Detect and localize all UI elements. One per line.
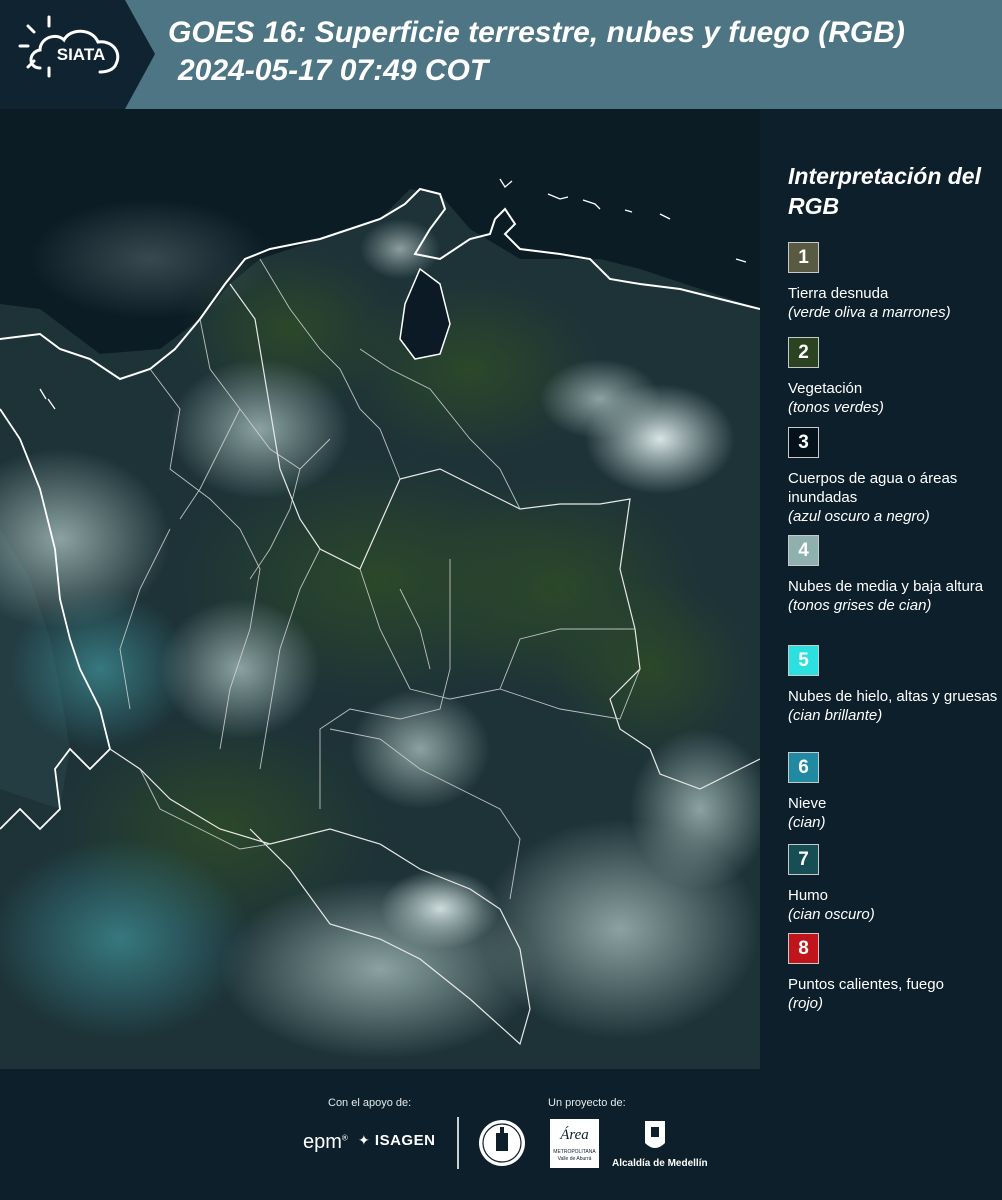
legend-item-text: Tierra desnuda (verde oliva a marrones)	[788, 284, 998, 322]
legend-item-text: Cuerpos de agua o áreas inundadas (azul o…	[788, 469, 998, 526]
legend-item-text: Puntos calientes, fuego (rojo)	[788, 975, 998, 1013]
alcaldia-text: Alcaldía de Medellín	[612, 1158, 708, 1169]
legend-item-text: Vegetación (tonos verdes)	[788, 379, 998, 417]
satellite-map	[0, 109, 760, 1069]
satellite-map-image	[0, 109, 760, 1069]
legend-item: 1 Tierra desnuda (verde oliva a marrones)	[788, 242, 998, 322]
area-metropolitana-logo: Área METROPOLITANA Valle de Aburrá	[550, 1119, 599, 1168]
legend-item: 3 Cuerpos de agua o áreas inundadas (azul …	[788, 427, 998, 526]
epm-logo: epm®	[303, 1131, 348, 1153]
siata-logo: SIATA	[0, 0, 155, 109]
legend-swatch: 2	[788, 337, 819, 368]
legend-item-label: Nieve	[788, 795, 827, 812]
footer-divider	[457, 1117, 459, 1169]
legend-item-desc: (tonos verdes)	[788, 399, 884, 416]
legend-item-label: Nubes de media y baja altura	[788, 578, 984, 595]
legend-item: 4 Nubes de media y baja altura (tonos gris…	[788, 535, 998, 615]
epm-text: epm	[303, 1131, 342, 1153]
legend-panel: Interpretación del RGB 1 Tierra desnuda (v…	[760, 109, 1002, 1069]
legend-item-desc: (cian)	[788, 814, 826, 831]
legend-item-label: Cuerpos de agua o áreas inundadas	[788, 470, 958, 506]
legend-item-desc: (cian brillante)	[788, 707, 883, 724]
project-label: Un proyecto de:	[548, 1097, 626, 1109]
isagen-icon: ✦	[358, 1132, 371, 1148]
legend-item-label: Tierra desnuda	[788, 285, 889, 302]
header-bar: SIATA GOES 16: Superficie terrestre, nub…	[0, 0, 1002, 109]
page-title: GOES 16: Superficie terrestre, nubes y f…	[168, 16, 905, 49]
legend-item-text: Humo (cian oscuro)	[788, 886, 998, 924]
page-timestamp: 2024-05-17 07:49 COT	[178, 54, 489, 87]
legend-item-label: Puntos calientes, fuego	[788, 976, 944, 993]
legend-swatch: 3	[788, 427, 819, 458]
isagen-text: ISAGEN	[374, 1132, 436, 1149]
legend-item-text: Nieve (cian)	[788, 794, 998, 832]
area-logo-sub: METROPOLITANA	[553, 1149, 596, 1155]
logo-text: SIATA	[57, 45, 105, 64]
legend-swatch: 7	[788, 844, 819, 875]
legend-item-label: Nubes de hielo, altas y gruesas	[788, 688, 998, 705]
legend-item-desc: (verde oliva a marrones)	[788, 304, 951, 321]
footer: Con el apoyo de: Un proyecto de: epm® ✦ …	[0, 1069, 1002, 1200]
legend-title: Interpretación del RGB	[788, 163, 981, 219]
legend-swatch: 5	[788, 645, 819, 676]
legend-item-desc: (azul oscuro a negro)	[788, 508, 930, 525]
legend-item-label: Vegetación	[788, 380, 863, 397]
legend-swatch: 6	[788, 752, 819, 783]
legend-swatch: 1	[788, 242, 819, 273]
isagen-logo: ✦ ISAGEN	[358, 1132, 435, 1149]
legend-item-desc: (tonos grises de cian)	[788, 597, 932, 614]
legend-item-desc: (rojo)	[788, 995, 824, 1012]
legend-item: 5 Nubes de hielo, altas y gruesas (cian br…	[788, 645, 998, 725]
legend-item: 8 Puntos calientes, fuego (rojo)	[788, 933, 998, 1013]
legend-swatch: 8	[788, 933, 819, 964]
legend-item-label: Humo	[788, 887, 829, 904]
legend-item-text: Nubes de hielo, altas y gruesas (cian bri…	[788, 687, 998, 725]
legend-item: 7 Humo (cian oscuro)	[788, 844, 998, 924]
legend-item-desc: (cian oscuro)	[788, 906, 875, 923]
legend-swatch: 4	[788, 535, 819, 566]
legend-item-text: Nubes de media y baja altura (tonos grise…	[788, 577, 998, 615]
legend-item: 2 Vegetación (tonos verdes)	[788, 337, 998, 417]
alcaldia-shield-icon	[643, 1119, 667, 1160]
university-seal-icon	[477, 1117, 527, 1174]
support-label: Con el apoyo de:	[328, 1097, 412, 1109]
legend-item: 6 Nieve (cian)	[788, 752, 998, 832]
area-logo-sub2: Valle de Aburrá	[557, 1156, 592, 1162]
area-logo-name: Área	[560, 1127, 589, 1143]
